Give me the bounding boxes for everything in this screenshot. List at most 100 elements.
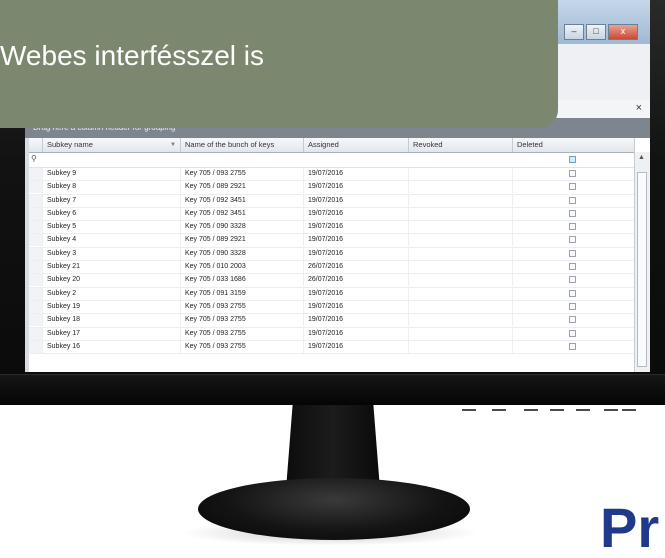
deleted-cell bbox=[513, 168, 635, 180]
deleted-checkbox[interactable] bbox=[569, 196, 576, 204]
table-row[interactable]: Subkey 4 Key 705 / 089 2921 19/07/2016 bbox=[29, 234, 635, 248]
deleted-checkbox[interactable] bbox=[569, 263, 576, 271]
bunch-name-cell: Key 705 / 090 3328 bbox=[181, 221, 304, 234]
bunch-name-cell: Key 705 / 033 1686 bbox=[181, 274, 304, 287]
bunch-name-cell: Key 705 / 010 2003 bbox=[181, 261, 304, 274]
deleted-filter-checkbox[interactable] bbox=[569, 156, 576, 163]
assigned-cell: 19/07/2016 bbox=[304, 234, 409, 247]
row-indicator[interactable] bbox=[29, 181, 43, 194]
table-row[interactable]: Subkey 9 Key 705 / 093 2755 19/07/2016 bbox=[29, 168, 635, 182]
subkey-name-cell: Subkey 5 bbox=[43, 221, 181, 234]
row-indicator[interactable] bbox=[29, 287, 43, 300]
row-indicator[interactable] bbox=[29, 327, 43, 340]
assigned-cell: 19/07/2016 bbox=[304, 181, 409, 194]
window-controls: – □ x bbox=[564, 24, 638, 40]
column-header-assigned[interactable]: Assigned bbox=[304, 138, 409, 152]
column-header-subkey-name[interactable]: Subkey name ▼ bbox=[43, 138, 181, 152]
assigned-cell: 19/07/2016 bbox=[304, 287, 409, 300]
assigned-cell: 19/07/2016 bbox=[304, 194, 409, 207]
assigned-cell: 26/07/2016 bbox=[304, 274, 409, 287]
assigned-cell: 19/07/2016 bbox=[304, 247, 409, 260]
minimize-button[interactable]: – bbox=[564, 24, 584, 40]
table-row[interactable]: Subkey 20 Key 705 / 033 1686 26/07/2016 bbox=[29, 274, 635, 288]
table-row[interactable]: Subkey 21 Key 705 / 010 2003 26/07/2016 bbox=[29, 261, 635, 275]
subkey-name-cell: Subkey 9 bbox=[43, 168, 181, 180]
deleted-checkbox[interactable] bbox=[569, 276, 576, 284]
table-row[interactable]: Subkey 8 Key 705 / 089 2921 19/07/2016 bbox=[29, 181, 635, 195]
deleted-checkbox[interactable] bbox=[569, 342, 576, 350]
row-indicator[interactable] bbox=[29, 234, 43, 247]
bunch-name-cell: Key 705 / 093 2755 bbox=[181, 300, 304, 313]
revoked-cell bbox=[409, 287, 513, 300]
brand-logo: Pr bbox=[600, 499, 659, 551]
deleted-checkbox[interactable] bbox=[569, 236, 576, 244]
revoked-cell bbox=[409, 181, 513, 194]
table-row[interactable]: Subkey 2 Key 705 / 091 3159 19/07/2016 bbox=[29, 287, 635, 301]
grid-header: Subkey name ▼ Name of the bunch of keys A… bbox=[29, 138, 635, 153]
filter-row[interactable]: ⚲ bbox=[29, 153, 635, 168]
bunch-name-cell: Key 705 / 092 3451 bbox=[181, 207, 304, 220]
maximize-button[interactable]: □ bbox=[586, 24, 606, 40]
table-row[interactable]: Subkey 19 Key 705 / 093 2755 19/07/2016 bbox=[29, 300, 635, 315]
close-button[interactable]: x bbox=[608, 24, 638, 40]
row-indicator[interactable] bbox=[29, 314, 43, 327]
subkey-name-cell: Subkey 6 bbox=[43, 207, 181, 220]
deleted-checkbox[interactable] bbox=[569, 249, 576, 257]
subkey-name-cell: Subkey 8 bbox=[43, 181, 181, 194]
deleted-checkbox[interactable] bbox=[569, 209, 576, 217]
deleted-checkbox[interactable] bbox=[569, 289, 576, 297]
panel-close-button[interactable]: × bbox=[636, 102, 642, 114]
deleted-cell bbox=[513, 181, 635, 194]
scroll-up-icon[interactable]: ▲ bbox=[638, 154, 645, 161]
row-indicator[interactable] bbox=[29, 207, 43, 220]
subkey-name-cell: Subkey 19 bbox=[43, 300, 181, 313]
deleted-cell bbox=[513, 234, 635, 247]
deleted-checkbox[interactable] bbox=[569, 183, 576, 191]
row-indicator[interactable] bbox=[29, 168, 43, 180]
deleted-checkbox[interactable] bbox=[569, 316, 576, 324]
column-header-revoked[interactable]: Revoked bbox=[409, 138, 513, 152]
row-indicator[interactable] bbox=[29, 261, 43, 274]
filter-funnel-icon[interactable]: ▼ bbox=[170, 138, 176, 152]
subkey-name-cell: Subkey 2 bbox=[43, 287, 181, 300]
row-indicator[interactable] bbox=[29, 274, 43, 287]
deleted-cell bbox=[513, 287, 635, 300]
table-row[interactable]: Subkey 6 Key 705 / 092 3451 19/07/2016 bbox=[29, 207, 635, 222]
bunch-name-cell: Key 705 / 093 2755 bbox=[181, 327, 304, 340]
bunch-name-cell: Key 705 / 092 3451 bbox=[181, 194, 304, 207]
assigned-cell: 19/07/2016 bbox=[304, 221, 409, 234]
deleted-checkbox[interactable] bbox=[569, 170, 576, 177]
revoked-cell bbox=[409, 274, 513, 287]
assigned-cell: 19/07/2016 bbox=[304, 207, 409, 220]
assigned-cell: 26/07/2016 bbox=[304, 261, 409, 274]
table-row[interactable]: Subkey 3 Key 705 / 090 3328 19/07/2016 bbox=[29, 247, 635, 262]
deleted-cell bbox=[513, 247, 635, 260]
svg-text:Pr: Pr bbox=[600, 499, 659, 551]
bunch-name-cell: Key 705 / 093 2755 bbox=[181, 314, 304, 327]
row-indicator[interactable] bbox=[29, 340, 43, 353]
deleted-checkbox[interactable] bbox=[569, 329, 576, 337]
deleted-checkbox[interactable] bbox=[569, 302, 576, 310]
column-header-deleted[interactable]: Deleted bbox=[513, 138, 635, 152]
row-indicator-header bbox=[29, 138, 43, 152]
row-indicator[interactable] bbox=[29, 221, 43, 234]
table-row[interactable]: Subkey 5 Key 705 / 090 3328 19/07/2016 bbox=[29, 221, 635, 235]
column-header-bunch-name[interactable]: Name of the bunch of keys bbox=[181, 138, 304, 152]
subkey-name-cell: Subkey 21 bbox=[43, 261, 181, 274]
bunch-name-cell: Key 705 / 091 3159 bbox=[181, 287, 304, 300]
vertical-scrollbar[interactable]: ▲ bbox=[634, 152, 650, 372]
table-row[interactable]: Subkey 16 Key 705 / 093 2755 19/07/2016 bbox=[29, 340, 635, 355]
revoked-cell bbox=[409, 340, 513, 353]
row-indicator[interactable] bbox=[29, 300, 43, 313]
row-indicator[interactable] bbox=[29, 194, 43, 207]
subkey-name-cell: Subkey 18 bbox=[43, 314, 181, 327]
table-row[interactable]: Subkey 7 Key 705 / 092 3451 19/07/2016 bbox=[29, 194, 635, 208]
row-indicator[interactable] bbox=[29, 247, 43, 260]
scrollbar-thumb[interactable] bbox=[637, 172, 647, 367]
deleted-cell bbox=[513, 207, 635, 220]
deleted-checkbox[interactable] bbox=[569, 223, 576, 231]
banner-title: Webes interfésszel is bbox=[0, 40, 265, 71]
table-row[interactable]: Subkey 17 Key 705 / 093 2755 19/07/2016 bbox=[29, 327, 635, 341]
table-row[interactable]: Subkey 18 Key 705 / 093 2755 19/07/2016 bbox=[29, 314, 635, 328]
revoked-cell bbox=[409, 300, 513, 313]
